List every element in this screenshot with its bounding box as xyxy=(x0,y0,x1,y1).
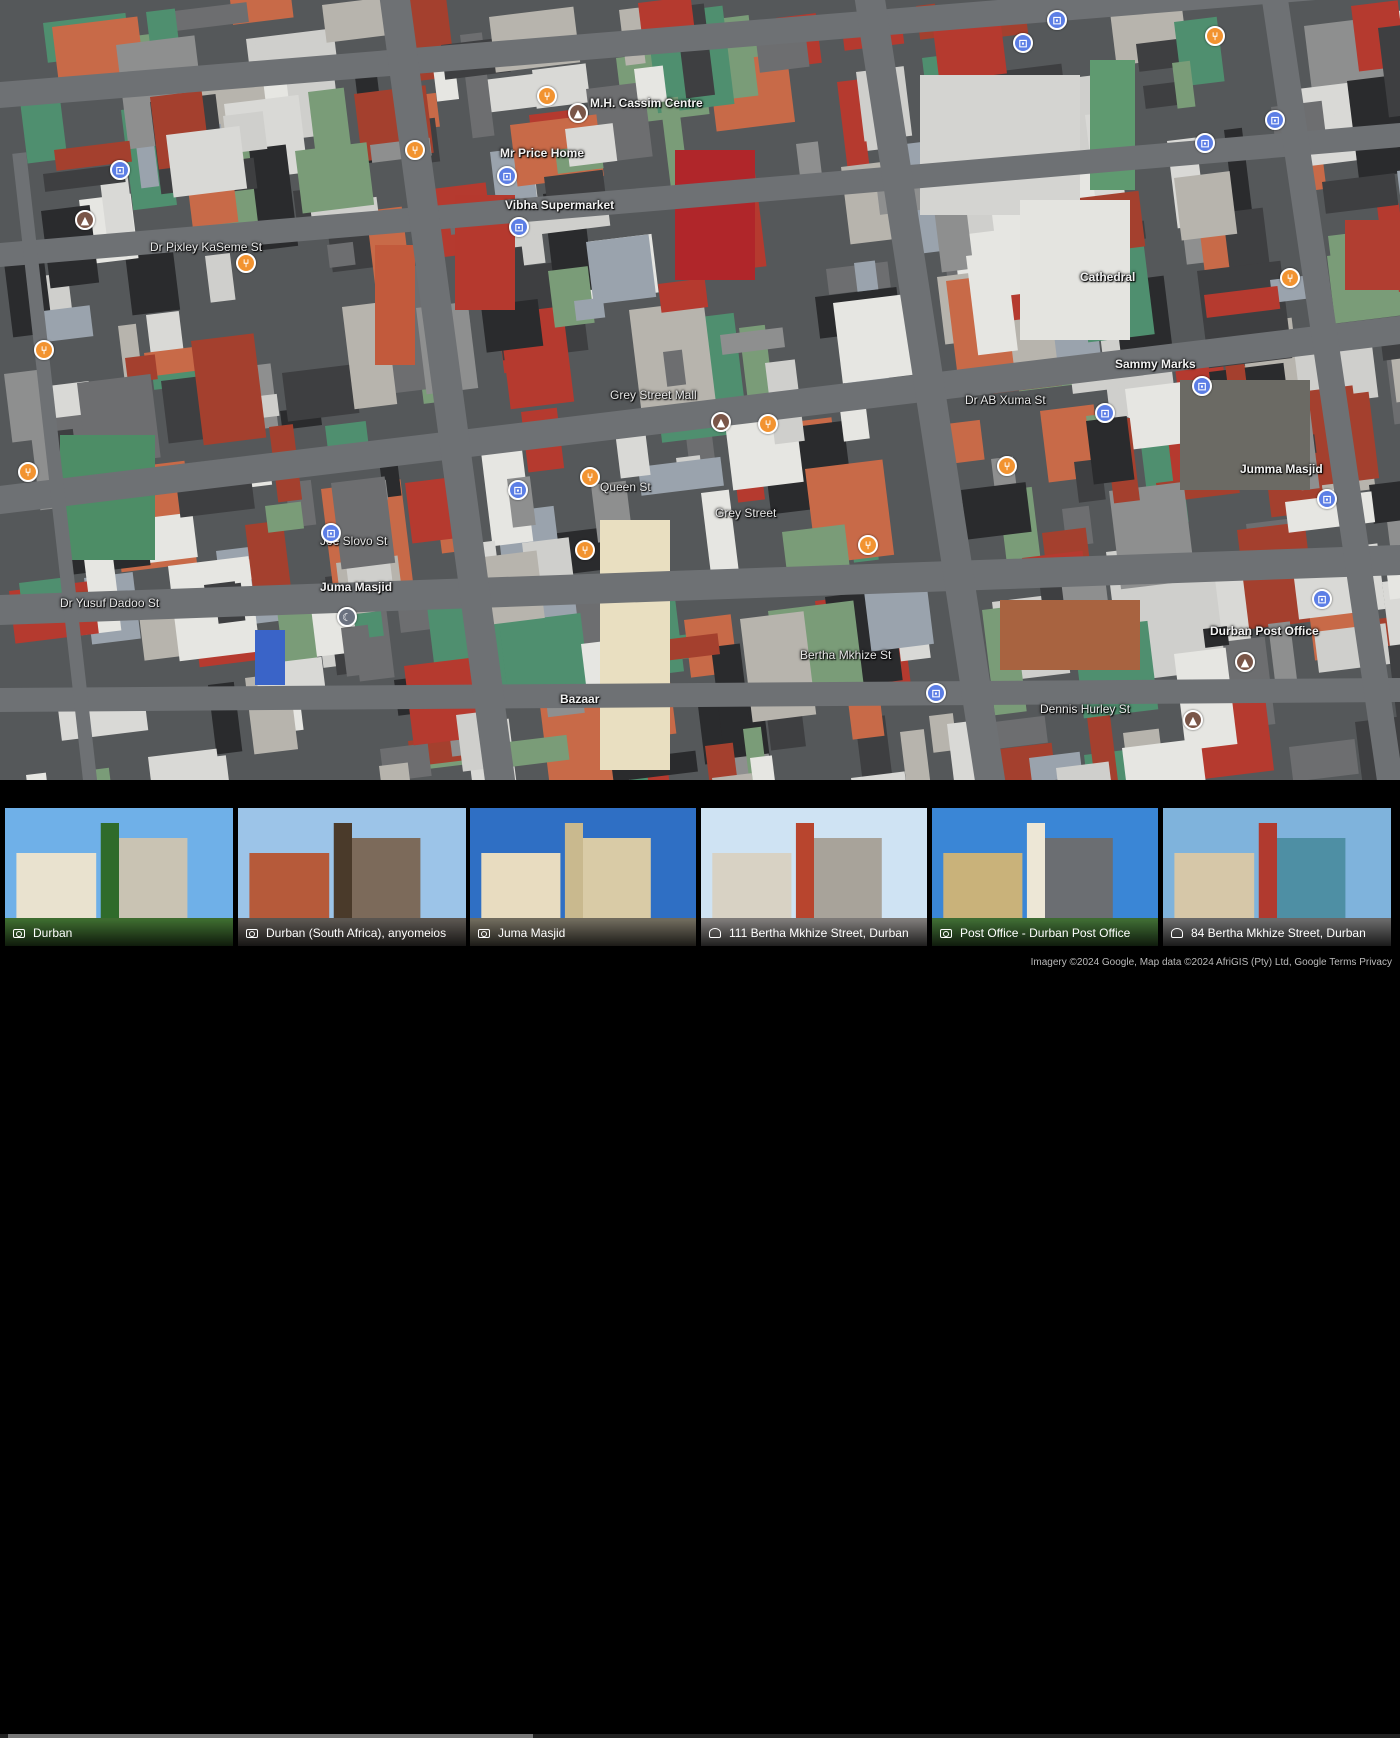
photo-caption-text: 84 Bertha Mkhize Street, Durban xyxy=(1191,926,1366,940)
map-label[interactable]: Grey Street Mall xyxy=(610,388,697,402)
camera-icon xyxy=(246,928,258,938)
camera-icon xyxy=(478,928,490,938)
map-label[interactable]: Juma Masjid xyxy=(320,580,392,594)
shopping-bag-icon[interactable]: ⊡ xyxy=(508,480,528,500)
fork-knife-icon[interactable]: ⑂ xyxy=(34,340,54,360)
photo-caption: 111 Bertha Mkhize Street, Durban xyxy=(701,920,927,946)
fork-knife-icon[interactable]: ⑂ xyxy=(405,140,425,160)
landmark-icon[interactable]: ▲ xyxy=(1183,710,1203,730)
photo-thumbnail[interactable]: Post Office - Durban Post Office xyxy=(932,808,1158,946)
shopping-bag-icon[interactable]: ⊡ xyxy=(110,160,130,180)
shopping-bag-icon[interactable]: ⊡ xyxy=(1013,33,1033,53)
photo-caption: Juma Masjid xyxy=(470,920,696,946)
map-label[interactable]: Dr Yusuf Dadoo St xyxy=(60,596,159,610)
shopping-bag-icon[interactable]: ⊡ xyxy=(1195,133,1215,153)
shopping-bag-icon[interactable]: ⊡ xyxy=(1265,110,1285,130)
satellite-imagery xyxy=(0,0,1400,780)
mosque-icon[interactable]: ☾ xyxy=(337,607,357,627)
landmark-icon[interactable]: ▲ xyxy=(75,210,95,230)
photo-caption: Post Office - Durban Post Office xyxy=(932,920,1158,946)
shopping-bag-icon[interactable]: ⊡ xyxy=(1095,403,1115,423)
map-label[interactable]: Sammy Marks xyxy=(1115,357,1196,371)
shopping-bag-icon[interactable]: ⊡ xyxy=(1317,489,1337,509)
map-label[interactable]: Jumma Masjid xyxy=(1240,462,1323,476)
photo-caption: Durban xyxy=(5,920,233,946)
map-label[interactable]: Durban Post Office xyxy=(1210,624,1319,638)
fork-knife-icon[interactable]: ⑂ xyxy=(758,414,778,434)
photo-thumbnail[interactable]: Durban (South Africa), anyomeios xyxy=(238,808,466,946)
fork-knife-icon[interactable]: ⑂ xyxy=(236,253,256,273)
shopping-bag-icon[interactable]: ⊡ xyxy=(321,523,341,543)
map-label[interactable]: Queen St xyxy=(600,480,651,494)
photo-strip-scrollbar[interactable] xyxy=(0,1734,1400,1738)
map-label[interactable]: Bertha Mkhize St xyxy=(800,648,891,662)
camera-icon xyxy=(13,928,25,938)
landmark-icon[interactable]: ▲ xyxy=(711,412,731,432)
map-attribution: Imagery ©2024 Google, Map data ©2024 Afr… xyxy=(1030,957,1392,968)
photo-caption: Durban (South Africa), anyomeios xyxy=(238,920,466,946)
fork-knife-icon[interactable]: ⑂ xyxy=(575,540,595,560)
fork-knife-icon[interactable]: ⑂ xyxy=(580,467,600,487)
shopping-bag-icon[interactable]: ⊡ xyxy=(497,166,517,186)
shopping-bag-icon[interactable]: ⊡ xyxy=(509,217,529,237)
fork-knife-icon[interactable]: ⑂ xyxy=(18,462,38,482)
fork-knife-icon[interactable]: ⑂ xyxy=(537,86,557,106)
photo-thumbnail[interactable]: 84 Bertha Mkhize Street, Durban xyxy=(1163,808,1391,946)
photo-thumbnail[interactable]: Durban xyxy=(5,808,233,946)
map-label[interactable]: Mr Price Home xyxy=(500,146,584,160)
map-label[interactable]: Vibha Supermarket xyxy=(505,198,614,212)
map-label[interactable]: M.H. Cassim Centre xyxy=(590,96,703,110)
satellite-map[interactable]: M.H. Cassim Centre Mr Price Home Vibha Sup… xyxy=(0,0,1400,780)
map-label[interactable]: Dr Pixley KaSeme St xyxy=(150,240,262,254)
street-view-icon xyxy=(709,928,721,938)
map-label[interactable]: Bazaar xyxy=(560,692,599,706)
photo-caption-text: Post Office - Durban Post Office xyxy=(960,926,1131,940)
landmark-icon[interactable]: ▲ xyxy=(1235,652,1255,672)
fork-knife-icon[interactable]: ⑂ xyxy=(858,535,878,555)
fork-knife-icon[interactable]: ⑂ xyxy=(997,456,1017,476)
camera-icon xyxy=(940,928,952,938)
photo-caption-text: Durban xyxy=(33,926,73,940)
street-view-icon xyxy=(1171,928,1183,938)
map-label[interactable]: Dr AB Xuma St xyxy=(965,393,1046,407)
shopping-bag-icon[interactable]: ⊡ xyxy=(1192,376,1212,396)
fork-knife-icon[interactable]: ⑂ xyxy=(1205,26,1225,46)
photo-caption-text: 111 Bertha Mkhize Street, Durban xyxy=(729,926,909,940)
photo-caption: 84 Bertha Mkhize Street, Durban xyxy=(1163,920,1391,946)
photo-caption-text: Durban (South Africa), anyomeios xyxy=(266,926,447,940)
map-label[interactable]: Dennis Hurley St xyxy=(1040,702,1130,716)
shopping-bag-icon[interactable]: ⊡ xyxy=(926,683,946,703)
photo-thumbnail[interactable]: Juma Masjid xyxy=(470,808,696,946)
map-label[interactable]: Cathedral xyxy=(1080,270,1135,284)
photo-strip: Durban Durban (South Africa), anyomeios Ju… xyxy=(0,780,1400,1738)
photo-caption-text: Juma Masjid xyxy=(498,926,566,940)
photo-thumbnail[interactable]: 111 Bertha Mkhize Street, Durban xyxy=(701,808,927,946)
shopping-bag-icon[interactable]: ⊡ xyxy=(1047,10,1067,30)
shopping-bag-icon[interactable]: ⊡ xyxy=(1312,589,1332,609)
map-label[interactable]: Grey Street xyxy=(715,506,776,520)
landmark-icon[interactable]: ▲ xyxy=(568,103,588,123)
fork-knife-icon[interactable]: ⑂ xyxy=(1280,268,1300,288)
